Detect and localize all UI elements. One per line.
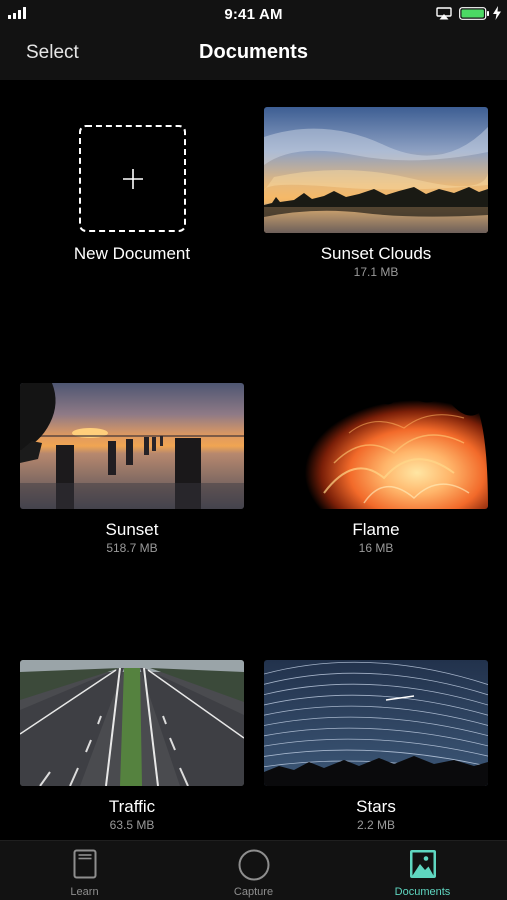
charging-icon — [493, 6, 501, 20]
document-thumbnail[interactable] — [264, 107, 488, 233]
document-size: 16 MB — [358, 541, 394, 555]
document-tile[interactable]: Stars 2.2 MB — [264, 660, 488, 840]
airplay-icon — [436, 7, 452, 20]
photo-icon — [409, 850, 436, 878]
status-bar: 9:41 AM — [0, 0, 507, 28]
page-title: Documents — [199, 41, 308, 63]
plus-icon — [123, 169, 143, 189]
new-document-tile[interactable]: New Document — [20, 107, 244, 287]
tab-capture[interactable]: Capture — [169, 841, 338, 900]
tab-label: Documents — [394, 886, 451, 898]
document-name: New Document — [73, 244, 191, 263]
document-size: 17.1 MB — [353, 265, 399, 279]
tab-documents[interactable]: Documents — [338, 841, 507, 900]
document-size: 63.5 MB — [109, 818, 155, 832]
document-name: Sunset — [105, 520, 159, 539]
book-icon — [73, 849, 96, 879]
tab-bar: Learn Capture Documents — [0, 840, 507, 900]
nav-bar: Select Documents — [0, 28, 507, 80]
tab-learn[interactable]: Learn — [0, 841, 169, 900]
document-name: Flame — [352, 520, 400, 539]
document-size: 2.2 MB — [356, 818, 395, 832]
document-name: Sunset Clouds — [320, 244, 432, 263]
battery-icon — [459, 7, 489, 20]
document-tile[interactable]: Sunset Clouds 17.1 MB — [264, 107, 488, 287]
document-thumbnail[interactable] — [20, 383, 244, 509]
document-name: Traffic — [108, 797, 156, 816]
document-size: 518.7 MB — [106, 541, 158, 555]
document-tile[interactable]: Flame 16 MB — [264, 383, 488, 563]
circle-icon — [238, 849, 269, 881]
document-thumbnail[interactable] — [20, 660, 244, 786]
document-tile[interactable]: Sunset 518.7 MB — [20, 383, 244, 563]
document-thumbnail[interactable] — [264, 660, 488, 786]
document-name: Stars — [356, 797, 396, 816]
tab-label: Learn — [70, 886, 99, 898]
document-tile[interactable]: Traffic 63.5 MB — [20, 660, 244, 840]
tab-label: Capture — [233, 886, 274, 898]
status-time: 9:41 AM — [224, 6, 283, 23]
document-thumbnail[interactable] — [264, 383, 488, 509]
new-document-button[interactable] — [79, 125, 186, 232]
